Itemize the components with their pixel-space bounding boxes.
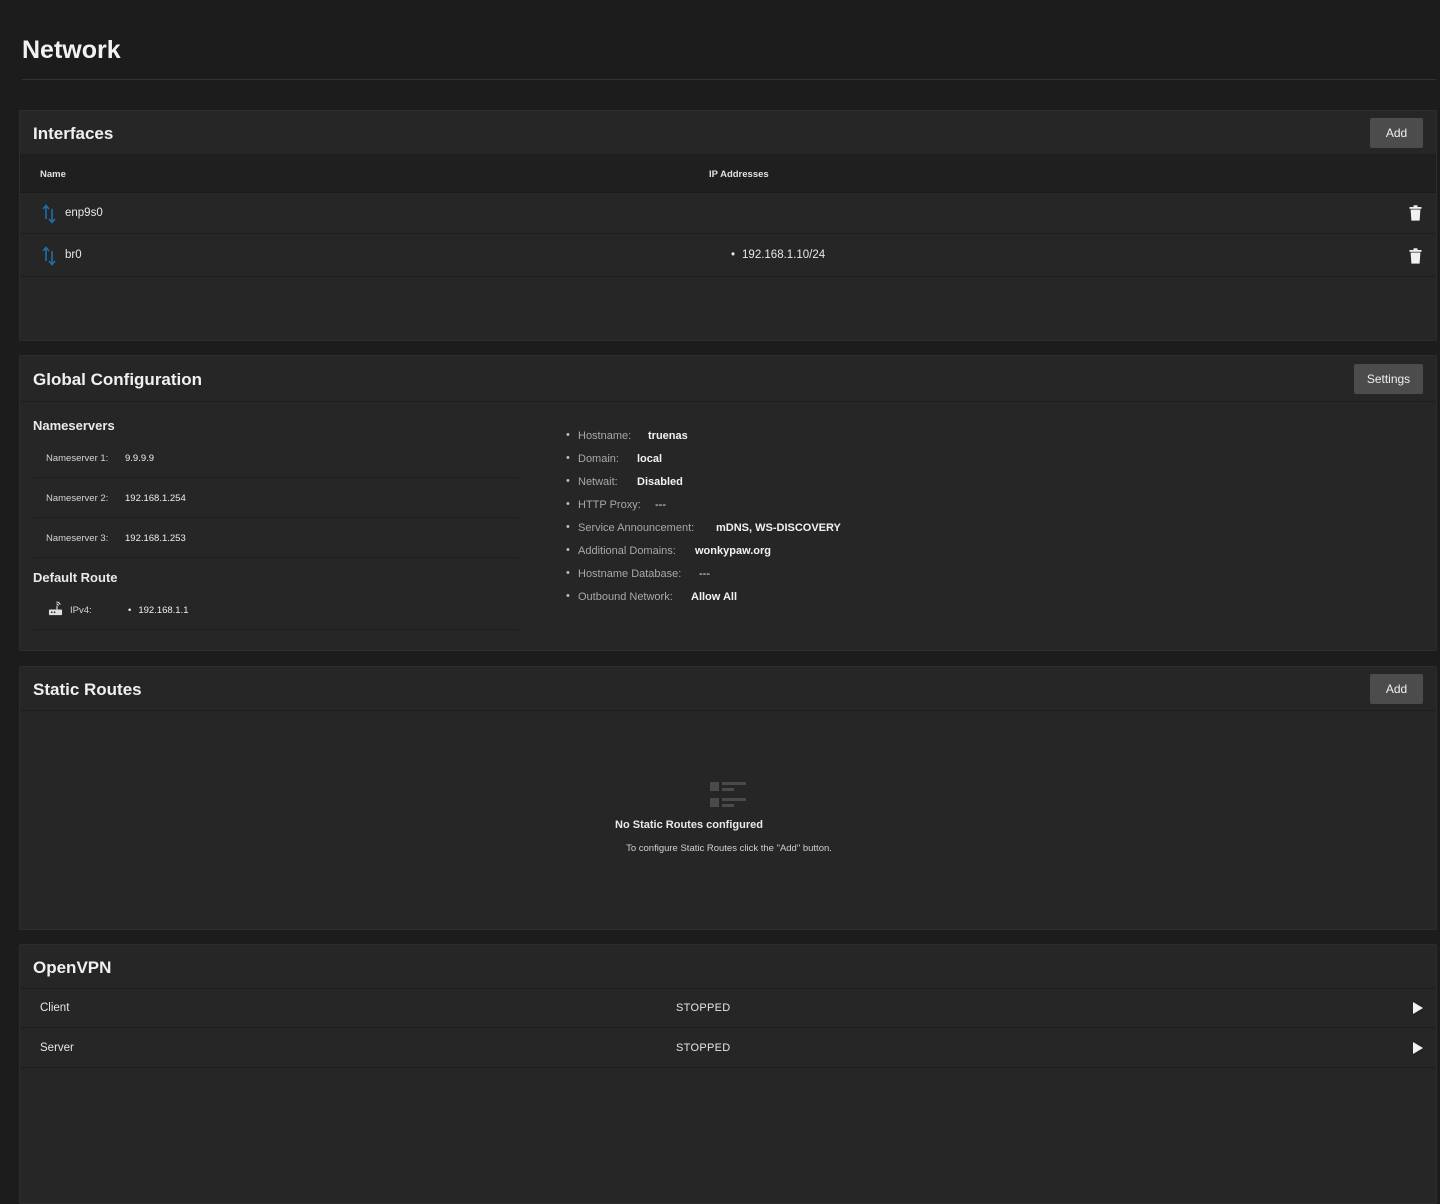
openvpn-client-row: Client STOPPED (20, 988, 1436, 1028)
detail-label: Hostname: (578, 430, 632, 442)
detail-value: mDNS, WS-DISCOVERY (716, 522, 841, 534)
nameserver-row: Nameserver 2: 192.168.1.254 (33, 478, 519, 518)
page-header: Network (22, 0, 1436, 80)
interface-name: enp9s0 (65, 207, 103, 219)
ipv4-gateway: 192.168.1.1 (138, 605, 189, 616)
static-routes-header: Static Routes Add (20, 667, 1436, 711)
global-configuration-card: Global Configuration Settings Nameserver… (19, 355, 1437, 651)
openvpn-header: OpenVPN (20, 945, 1436, 989)
interfaces-card: Interfaces Add Name IP Addresses enp9s0 … (19, 110, 1437, 341)
list-bullet: • (128, 605, 132, 616)
table-row[interactable]: br0 • 192.168.1.10/24 (20, 234, 1436, 277)
nameserver-value: 192.168.1.254 (125, 493, 186, 504)
detail-value: wonkypaw.org (695, 545, 771, 557)
delete-icon[interactable] (1409, 248, 1422, 264)
list-bullet: • (566, 452, 570, 464)
service-status: STOPPED (676, 1002, 731, 1014)
default-route-value: • 192.168.1.1 (128, 605, 189, 616)
interfaces-table-header: Name IP Addresses (20, 155, 1436, 193)
detail-value: local (637, 453, 663, 465)
nameserver-value: 192.168.1.253 (125, 533, 186, 544)
list-bullet: • (566, 521, 570, 533)
router-icon (48, 601, 63, 616)
static-routes-card: Static Routes Add No Static Routes confi… (19, 666, 1437, 930)
ip-address-value: 192.168.1.10/24 (742, 249, 826, 261)
nameserver-value: 9.9.9.9 (125, 453, 155, 464)
play-icon[interactable] (1412, 1001, 1424, 1015)
delete-icon[interactable] (1409, 205, 1422, 221)
empty-list-icon (710, 782, 746, 807)
table-row[interactable]: enp9s0 (20, 193, 1436, 234)
interfaces-title: Interfaces (33, 124, 114, 143)
default-route-label: IPv4: (70, 605, 92, 616)
global-configuration-header: Global Configuration Settings (20, 356, 1436, 402)
settings-button[interactable]: Settings (1354, 364, 1423, 394)
nameservers-title: Nameservers (33, 418, 115, 433)
list-bullet: • (566, 429, 570, 441)
empty-state-title: No Static Routes configured (615, 819, 763, 831)
list-bullet: • (731, 249, 736, 261)
detail-value: --- (699, 568, 710, 580)
nameserver-row: Nameserver 1: 9.9.9.9 (33, 438, 519, 478)
service-status: STOPPED (676, 1042, 731, 1054)
service-name: Server (40, 1042, 74, 1054)
detail-label: HTTP Proxy: (578, 499, 641, 511)
network-interface-icon (42, 204, 56, 224)
page-title: Network (22, 36, 121, 64)
detail-label: Netwait: (578, 476, 618, 488)
list-bullet: • (566, 590, 570, 602)
openvpn-title: OpenVPN (33, 958, 112, 977)
global-configuration-title: Global Configuration (33, 370, 203, 389)
column-header-ip-addresses[interactable]: IP Addresses (709, 169, 769, 180)
network-interface-icon (42, 246, 56, 266)
detail-label: Hostname Database: (578, 568, 682, 580)
interfaces-header: Interfaces Add (20, 111, 1436, 155)
static-routes-title: Static Routes (33, 680, 142, 699)
detail-label: Domain: (578, 453, 619, 465)
list-bullet: • (566, 544, 570, 556)
service-name: Client (40, 1002, 70, 1014)
nameserver-label: Nameserver 3: (46, 533, 109, 544)
detail-value: Disabled (637, 476, 683, 488)
add-interface-button[interactable]: Add (1370, 118, 1423, 148)
empty-state-message: To configure Static Routes click the "Ad… (626, 843, 832, 854)
default-route-row: IPv4: • 192.168.1.1 (33, 590, 519, 630)
add-static-route-button[interactable]: Add (1370, 674, 1423, 704)
nameserver-label: Nameserver 1: (46, 453, 109, 464)
column-header-name[interactable]: Name (40, 169, 66, 180)
play-icon[interactable] (1412, 1041, 1424, 1055)
openvpn-card: OpenVPN Client STOPPED Server STOPPED (19, 944, 1437, 1204)
interface-ip-address: • 192.168.1.10/24 (731, 249, 825, 261)
detail-value: --- (655, 499, 666, 511)
list-bullet: • (566, 475, 570, 487)
detail-label: Additional Domains: (578, 545, 676, 557)
detail-value: truenas (648, 430, 688, 442)
detail-value: Allow All (691, 591, 738, 603)
nameserver-row: Nameserver 3: 192.168.1.253 (33, 518, 519, 558)
default-route-title: Default Route (33, 570, 118, 585)
detail-label: Outbound Network: (578, 591, 673, 603)
openvpn-server-row: Server STOPPED (20, 1028, 1436, 1068)
list-bullet: • (566, 498, 570, 510)
list-bullet: • (566, 567, 570, 579)
detail-label: Service Announcement: (578, 522, 695, 534)
interface-name: br0 (65, 249, 82, 261)
nameserver-label: Nameserver 2: (46, 493, 109, 504)
